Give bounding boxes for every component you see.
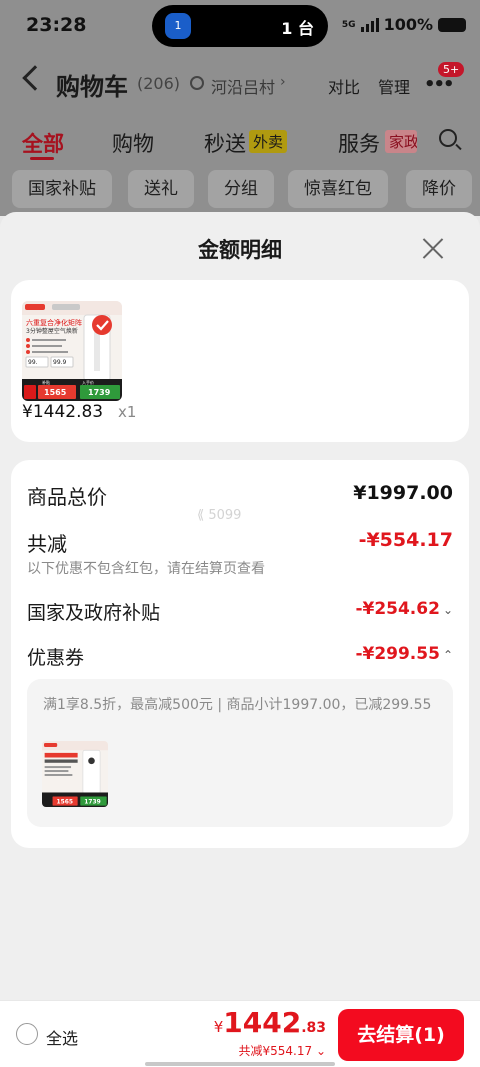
- total-reduction-label: 共减: [27, 532, 67, 556]
- image-stat-b: 99.9: [53, 359, 67, 366]
- tab-shopping[interactable]: 购物: [112, 128, 154, 158]
- product-quantity: x1: [118, 403, 137, 421]
- coupon-detail-text: 满1享8.5折，最高减500元 | 商品小计1997.00，已减299.55: [43, 697, 432, 713]
- air-purifier-product-image: 六重复合净化矩阵 3分钟整屋空气焕新 99. 99.9 1565 1739 补贴…: [22, 301, 122, 401]
- manage-button[interactable]: 管理: [378, 74, 410, 98]
- active-tab-indicator: [30, 157, 54, 160]
- compare-button[interactable]: 对比: [328, 74, 360, 98]
- image-subline: 3分钟整屋空气焕新: [26, 327, 78, 335]
- filter-chips: 国家补贴 送礼 分组 惊喜红包 降价: [0, 166, 480, 216]
- chevron-up-icon: ⌃: [442, 648, 453, 662]
- chevron-down-icon: ⌄: [442, 603, 453, 617]
- subsidy-label: 国家及政府补贴: [27, 602, 161, 624]
- total-decimal: .83: [301, 1020, 326, 1036]
- image-stat-a: 99.: [28, 359, 38, 366]
- image-price-a: 1565: [57, 799, 74, 806]
- message-badge: 5+: [438, 62, 465, 77]
- location-chevron-icon: ›: [280, 74, 286, 90]
- location-text[interactable]: 河沿吕村: [211, 74, 275, 98]
- subsidy-value: -¥254.62: [355, 599, 440, 619]
- product-price: ¥1442.83: [22, 402, 104, 422]
- image-price-a: 1565: [44, 388, 67, 397]
- tab-badge-housekeeping: 家政: [385, 130, 417, 153]
- dynamic-island[interactable]: 1 1 台: [152, 5, 328, 47]
- coupon-row[interactable]: -¥299.55 ⌃: [355, 644, 453, 664]
- subsidy-row[interactable]: -¥254.62 ⌄: [355, 599, 453, 619]
- image-price-b: 1739: [84, 799, 101, 806]
- status-bar: 23:28 1 1 台 5G 100%: [0, 0, 480, 52]
- signal-icon: [360, 17, 379, 32]
- price-breakdown-card: ⟪ 5099 商品总价 ¥1997.00 共减 -¥554.17 以下优惠不包含…: [11, 460, 469, 848]
- tab-all[interactable]: 全部: [22, 128, 64, 158]
- reduction-note: 以下优惠不包含红包，请在结算页查看: [27, 561, 265, 577]
- sheet-title: 金额明细: [198, 238, 282, 262]
- coupon-product-thumbnail: 1565 1739: [42, 741, 108, 807]
- checkout-bar: 全选 ¥1442.83 共减¥554.17 ⌄ 去结算(1): [0, 1000, 480, 1067]
- page-title: 购物车: [56, 73, 128, 101]
- total-amount: ¥1442.83: [214, 1006, 326, 1039]
- chip-price-drop[interactable]: 降价: [406, 170, 472, 208]
- saved-amount-toggle[interactable]: 共减¥554.17 ⌄: [239, 1042, 327, 1059]
- air-purifier-product-image: 1565 1739: [42, 741, 108, 807]
- chip-gift[interactable]: 送礼: [128, 170, 194, 208]
- search-icon[interactable]: [439, 129, 457, 147]
- watermark: ⟪ 5099: [197, 508, 242, 523]
- close-icon[interactable]: [421, 236, 445, 260]
- cart-header: 购物车 (206) 河沿吕村 › 对比 管理 ••• 5+: [0, 52, 480, 114]
- home-indicator[interactable]: [145, 1062, 335, 1066]
- image-tag-a: 补贴: [42, 379, 50, 385]
- total-price-label: 商品总价: [27, 485, 107, 509]
- more-icon[interactable]: •••: [424, 74, 454, 95]
- cart-count: (206): [137, 74, 181, 93]
- tab-service[interactable]: 服务: [338, 128, 380, 158]
- amount-detail-sheet: 金额明细 六重复合净化矩阵 3分钟整屋空气焕新 99. 99.9 1565 17…: [0, 212, 480, 1067]
- chip-group[interactable]: 分组: [208, 170, 274, 208]
- tab-badge-takeout: 外卖: [249, 130, 288, 153]
- category-tabs: 全部 购物 秒送 外卖 服务 家政: [0, 114, 480, 166]
- nfc-icon: 1: [165, 13, 191, 39]
- chip-national-subsidy[interactable]: 国家补贴: [12, 170, 112, 208]
- tab-instant[interactable]: 秒送: [204, 128, 246, 158]
- battery-icon: [438, 17, 466, 32]
- product-thumbnail[interactable]: 六重复合净化矩阵 3分钟整屋空气焕新 99. 99.9 1565 1739 补贴…: [22, 301, 122, 401]
- coupon-value: -¥299.55: [355, 644, 440, 664]
- location-icon: [190, 76, 204, 90]
- select-all-checkbox[interactable]: [16, 1023, 38, 1045]
- coupon-label: 优惠券: [27, 647, 85, 669]
- coupon-detail-box: 满1享8.5折，最高减500元 | 商品小计1997.00，已减299.55 1…: [27, 679, 453, 827]
- image-headline: 六重复合净化矩阵: [26, 318, 82, 327]
- select-all-label[interactable]: 全选: [46, 1025, 78, 1049]
- product-card: 六重复合净化矩阵 3分钟整屋空气焕新 99. 99.9 1565 1739 补贴…: [11, 280, 469, 442]
- total-price-value: ¥1997.00: [353, 482, 453, 504]
- network-label: 5G: [341, 19, 356, 30]
- battery-text: 100%: [383, 15, 433, 34]
- chip-red-packet[interactable]: 惊喜红包: [288, 170, 388, 208]
- back-arrow-icon[interactable]: [22, 65, 48, 91]
- island-text: 1 台: [281, 19, 314, 38]
- image-price-b: 1739: [88, 388, 111, 397]
- total-currency: ¥: [213, 1018, 224, 1036]
- total-integer: 1442: [223, 1006, 302, 1039]
- image-tag-b: 入手价: [82, 379, 94, 385]
- total-reduction-value: -¥554.17: [358, 529, 453, 551]
- clock: 23:28: [26, 14, 87, 36]
- checkout-button[interactable]: 去结算(1): [338, 1009, 464, 1061]
- status-indicators: 5G 100%: [342, 15, 466, 34]
